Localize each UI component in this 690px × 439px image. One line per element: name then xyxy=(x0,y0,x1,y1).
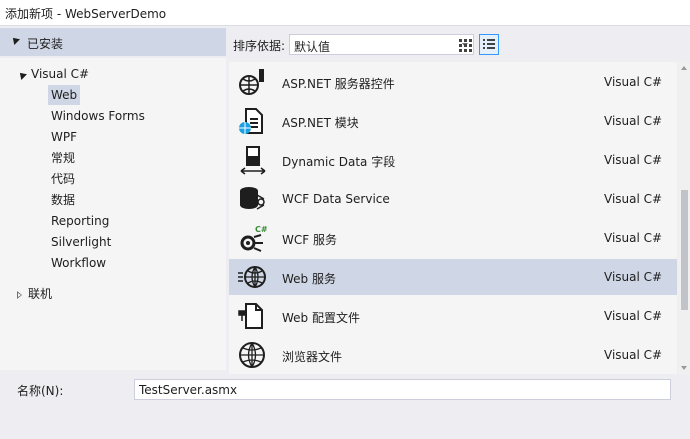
bottom-panel: 名称(N): xyxy=(0,374,690,439)
item-language: Visual C# xyxy=(604,348,663,362)
list-item[interactable]: ASP.NET 模块 Visual C# xyxy=(229,103,677,139)
sort-dropdown[interactable]: 默认值 xyxy=(289,34,474,55)
web-config-icon xyxy=(238,303,263,329)
dynamic-data-icon xyxy=(240,146,266,175)
item-language: Visual C# xyxy=(604,75,663,89)
grid-view-icon xyxy=(459,39,472,52)
item-name: WCF Data Service xyxy=(282,192,390,206)
tree-node-silverlight[interactable]: Silverlight xyxy=(51,232,111,252)
tree-node-windows-forms[interactable]: Windows Forms xyxy=(51,106,145,126)
tree-node-reporting[interactable]: Reporting xyxy=(51,211,109,231)
item-language: Visual C# xyxy=(604,192,663,206)
list-item[interactable]: Web 配置文件 Visual C# xyxy=(229,298,677,334)
item-language: Visual C# xyxy=(604,231,663,245)
name-input[interactable] xyxy=(134,379,671,400)
list-view-icon xyxy=(483,39,495,49)
sort-toolbar: 排序依据: 默认值 xyxy=(226,28,690,60)
title-bar: 添加新项 - WebServerDemo xyxy=(0,0,690,26)
tree-node-visual-csharp[interactable]: Visual C# xyxy=(31,64,89,84)
scrollbar-thumb[interactable] xyxy=(681,190,688,310)
sort-value: 默认值 xyxy=(294,40,331,54)
wcf-data-service-icon xyxy=(240,187,265,210)
item-name: Dynamic Data 字段 xyxy=(282,155,396,169)
item-name: Web 配置文件 xyxy=(282,311,360,325)
web-service-icon xyxy=(238,266,266,288)
tree-node-code[interactable]: 代码 xyxy=(51,169,75,189)
module-icon xyxy=(239,108,263,134)
vertical-scrollbar[interactable] xyxy=(678,62,690,374)
server-control-icon xyxy=(239,69,264,95)
list-item[interactable]: C# WCF 服务 Visual C# xyxy=(229,220,677,256)
item-name: ASP.NET 模块 xyxy=(282,116,359,130)
item-name: 浏览器文件 xyxy=(282,350,343,364)
sort-label: 排序依据: xyxy=(233,39,286,53)
tree-node-general[interactable]: 常规 xyxy=(51,148,75,168)
window-title: 添加新项 - WebServerDemo xyxy=(5,7,167,21)
svg-text:C#: C# xyxy=(255,225,267,234)
item-language: Visual C# xyxy=(604,114,663,128)
list-item[interactable]: WCF Data Service Visual C# xyxy=(229,181,677,217)
template-tree: Visual C# Web Windows Forms WPF 常规 代码 数据… xyxy=(0,58,226,370)
item-language: Visual C# xyxy=(604,309,663,323)
tree-node-online[interactable]: 联机 xyxy=(28,284,52,304)
item-language: Visual C# xyxy=(604,270,663,284)
tree-node-wpf[interactable]: WPF xyxy=(51,127,77,147)
browser-file-icon xyxy=(239,342,265,368)
tree-node-data[interactable]: 数据 xyxy=(51,190,75,210)
scroll-down-icon[interactable] xyxy=(681,366,687,370)
item-language: Visual C# xyxy=(604,153,663,167)
list-item[interactable]: Dynamic Data 字段 Visual C# xyxy=(229,142,677,178)
installed-label: 已安装 xyxy=(27,37,64,51)
name-label: 名称(N): xyxy=(17,384,64,398)
installed-header[interactable]: 已安装 xyxy=(0,28,226,56)
item-name: Web 服务 xyxy=(282,272,336,286)
tree-node-web[interactable]: Web xyxy=(48,85,81,105)
scroll-up-icon[interactable] xyxy=(681,66,687,70)
list-item-selected[interactable]: Web 服务 Visual C# xyxy=(229,259,677,295)
expand-arrow-icon[interactable] xyxy=(17,70,27,80)
collapse-arrow-icon[interactable] xyxy=(10,35,20,45)
item-name: WCF 服务 xyxy=(282,233,337,247)
expand-arrow-icon[interactable] xyxy=(17,291,22,299)
template-list: ASP.NET 服务器控件 Visual C# ASP.NET 模块 Visua… xyxy=(229,62,677,374)
list-item[interactable]: ASP.NET 服务器控件 Visual C# xyxy=(229,64,677,100)
tree-node-workflow[interactable]: Workflow xyxy=(51,253,106,273)
small-icons-view-button[interactable] xyxy=(455,34,475,55)
list-view-button[interactable] xyxy=(479,34,499,55)
wcf-service-icon: C# xyxy=(240,225,267,252)
list-item[interactable]: 浏览器文件 Visual C# xyxy=(229,337,677,373)
item-name: ASP.NET 服务器控件 xyxy=(282,77,395,91)
